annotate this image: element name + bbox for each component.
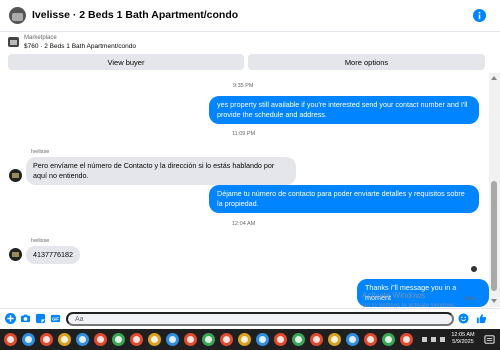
taskbar-app-chrome-icon[interactable] xyxy=(94,333,107,346)
network-icon[interactable] xyxy=(422,337,427,342)
taskbar-app-chrome-icon[interactable] xyxy=(328,333,341,346)
incoming-message[interactable]: Pero envíame el número de Contacto y la … xyxy=(26,157,296,185)
conversation-header: Ivelisse · 2 Beds 1 Bath Apartment/condo xyxy=(0,0,500,32)
clock-time: 12:05 AM xyxy=(451,332,475,338)
sender-avatar[interactable] xyxy=(9,248,22,261)
taskbar-app-chrome-icon[interactable] xyxy=(220,333,233,346)
volume-icon[interactable] xyxy=(431,337,436,342)
taskbar-app-chrome-icon[interactable] xyxy=(382,333,395,346)
taskbar-app-chrome-icon[interactable] xyxy=(364,333,377,346)
taskbar-app-chrome-icon[interactable] xyxy=(166,333,179,346)
taskbar-app-chrome-icon[interactable] xyxy=(130,333,143,346)
windows-taskbar: 12:05 AM 5/9/2025 xyxy=(0,329,500,350)
listing-thumbnail[interactable] xyxy=(8,37,19,47)
taskbar-app-chrome-icon[interactable] xyxy=(76,333,89,346)
taskbar-app-chrome-icon[interactable] xyxy=(22,333,35,346)
sticker-icon[interactable] xyxy=(35,313,46,324)
thumbs-up-icon[interactable] xyxy=(476,313,487,324)
incoming-message[interactable]: 4137776182 xyxy=(26,246,80,264)
timestamp: 11:09 PM xyxy=(232,131,256,137)
message-input[interactable] xyxy=(66,312,454,326)
taskbar-app-chrome-icon[interactable] xyxy=(310,333,323,346)
read-receipt-avatar xyxy=(471,266,477,272)
message-status: Sent xyxy=(464,296,476,302)
taskbar-app-chrome-icon[interactable] xyxy=(292,333,305,346)
contact-avatar[interactable] xyxy=(9,7,26,24)
message-composer: GIF xyxy=(0,308,500,328)
taskbar-app-chrome-icon[interactable] xyxy=(400,333,413,346)
taskbar-app-chrome-icon[interactable] xyxy=(202,333,215,346)
sender-avatar[interactable] xyxy=(9,169,22,182)
taskbar-app-chrome-icon[interactable] xyxy=(58,333,71,346)
timestamp: 12:04 AM xyxy=(232,221,256,227)
taskbar-clock[interactable]: 12:05 AM 5/9/2025 xyxy=(447,332,479,346)
scroll-down-arrow-icon[interactable] xyxy=(491,299,497,303)
clock-date: 5/9/2025 xyxy=(452,339,474,345)
info-icon[interactable] xyxy=(473,9,486,22)
gif-icon[interactable]: GIF xyxy=(50,313,61,324)
activate-windows-watermark: Activate Windows xyxy=(362,291,426,300)
camera-icon[interactable] xyxy=(20,313,31,324)
message-thread: 9:35 PM yes property still available if … xyxy=(0,73,489,307)
battery-icon[interactable] xyxy=(440,337,445,342)
scrollbar-thumb[interactable] xyxy=(491,181,497,291)
taskbar-app-chrome-icon[interactable] xyxy=(256,333,269,346)
scroll-up-arrow-icon[interactable] xyxy=(491,76,497,80)
taskbar-app-chrome-icon[interactable] xyxy=(40,333,53,346)
conversation-title[interactable]: Ivelisse · 2 Beds 1 Bath Apartment/condo xyxy=(32,9,238,21)
outgoing-message[interactable]: yes property still available if you're i… xyxy=(209,96,479,124)
taskbar-app-chrome-icon[interactable] xyxy=(148,333,161,346)
taskbar-app-chrome-icon[interactable] xyxy=(238,333,251,346)
view-buyer-button[interactable]: View buyer xyxy=(8,54,244,70)
taskbar-app-chrome-icon[interactable] xyxy=(274,333,287,346)
chat-scrollbar[interactable] xyxy=(489,73,500,307)
taskbar-app-chrome-icon[interactable] xyxy=(112,333,125,346)
plus-icon[interactable] xyxy=(5,313,16,324)
svg-text:GIF: GIF xyxy=(52,316,59,321)
more-options-button[interactable]: More options xyxy=(248,54,485,70)
listing-price-title[interactable]: $760 · 2 Beds 1 Bath Apartment/condo xyxy=(24,43,136,50)
taskbar-app-chrome-icon[interactable] xyxy=(184,333,197,346)
notifications-icon[interactable] xyxy=(484,334,495,345)
emoji-icon[interactable] xyxy=(458,313,469,324)
sender-name: Ivelisse xyxy=(31,149,50,155)
sender-name: Ivelisse xyxy=(31,238,50,244)
taskbar-app-chrome-icon[interactable] xyxy=(4,333,17,346)
taskbar-app-chrome-icon[interactable] xyxy=(346,333,359,346)
listing-source: Marketplace xyxy=(24,35,57,41)
outgoing-message[interactable]: Déjame tu número de contacto para poder … xyxy=(209,185,479,213)
timestamp: 9:35 PM xyxy=(233,83,254,89)
